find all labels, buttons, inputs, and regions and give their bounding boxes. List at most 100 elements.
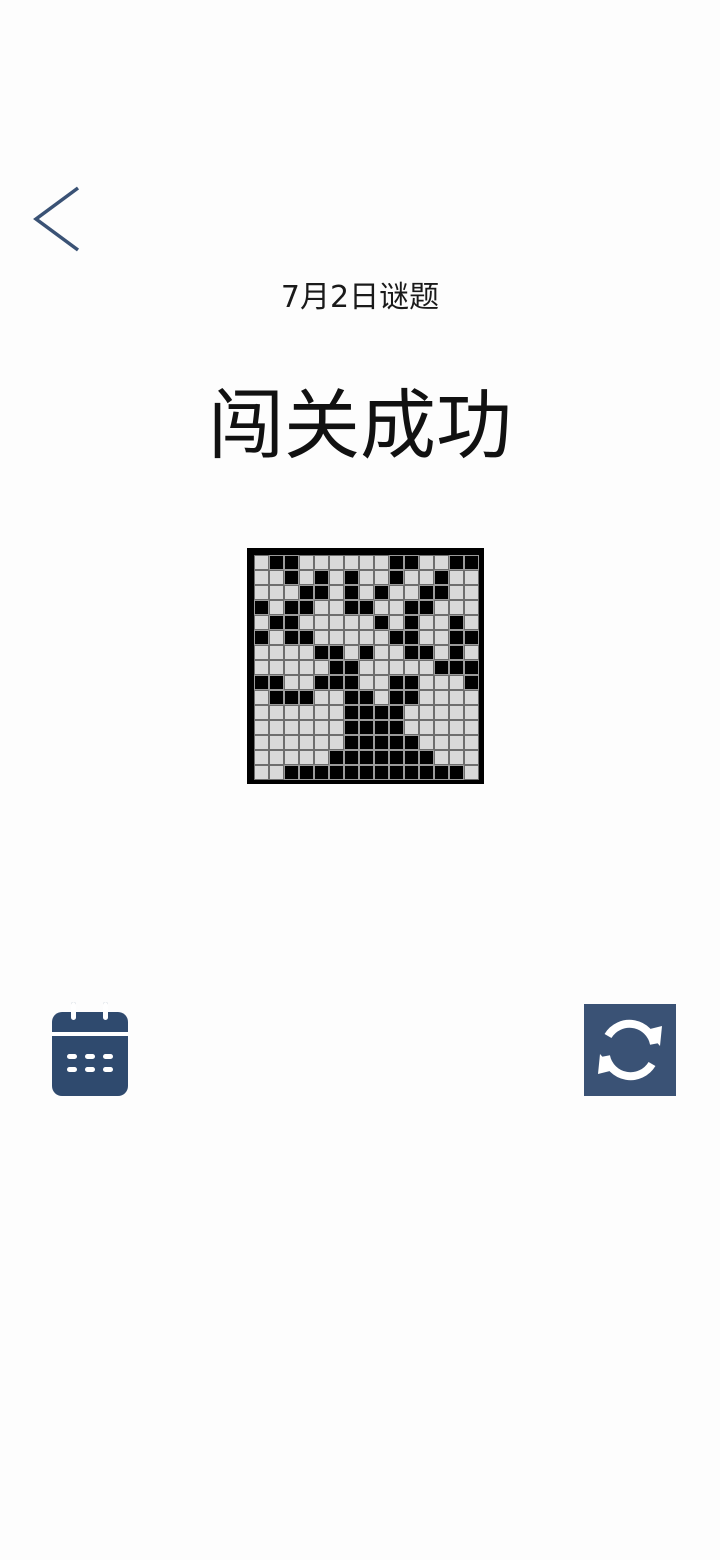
grid-cell-filled: [314, 585, 329, 600]
grid-cell-filled: [374, 735, 389, 750]
grid-cell-empty: [299, 660, 314, 675]
grid-cell-filled: [464, 660, 479, 675]
grid-cell-filled: [284, 600, 299, 615]
grid-cell-filled: [419, 585, 434, 600]
grid-cell-empty: [254, 555, 269, 570]
grid-cell-empty: [359, 585, 374, 600]
grid-cell-empty: [329, 630, 344, 645]
grid-cell-empty: [434, 735, 449, 750]
refresh-button[interactable]: [584, 1004, 676, 1096]
grid-cell-empty: [329, 720, 344, 735]
grid-cell-filled: [254, 600, 269, 615]
grid-cell-filled: [344, 660, 359, 675]
grid-cell-empty: [449, 570, 464, 585]
grid-cell-empty: [359, 615, 374, 630]
grid-cell-filled: [404, 645, 419, 660]
grid-cell-empty: [404, 660, 419, 675]
grid-cell-empty: [404, 585, 419, 600]
grid-cell-filled: [344, 675, 359, 690]
grid-cell-filled: [284, 570, 299, 585]
grid-cell-empty: [464, 720, 479, 735]
calendar-button[interactable]: [50, 1002, 130, 1098]
grid-cell-empty: [374, 570, 389, 585]
grid-cell-empty: [419, 570, 434, 585]
grid-cell-empty: [449, 690, 464, 705]
grid-cell-filled: [449, 645, 464, 660]
grid-cell-filled: [389, 630, 404, 645]
grid-cell-empty: [464, 645, 479, 660]
grid-cell-filled: [389, 555, 404, 570]
grid-cell-empty: [389, 600, 404, 615]
grid-cell-filled: [299, 585, 314, 600]
grid-cell-filled: [419, 765, 434, 780]
grid-cell-filled: [389, 765, 404, 780]
grid-cell-filled: [449, 630, 464, 645]
grid-cell-empty: [284, 675, 299, 690]
refresh-icon: [598, 1019, 662, 1081]
grid-cell-empty: [284, 660, 299, 675]
grid-cell-empty: [299, 750, 314, 765]
grid-cell-filled: [374, 750, 389, 765]
grid-cell-empty: [344, 630, 359, 645]
calendar-icon: [52, 1002, 128, 1096]
grid-cell-empty: [269, 705, 284, 720]
grid-cell-filled: [359, 690, 374, 705]
grid-cell-empty: [314, 720, 329, 735]
grid-cell-filled: [344, 750, 359, 765]
grid-cell-empty: [299, 555, 314, 570]
grid-cell-empty: [269, 750, 284, 765]
grid-cell-empty: [374, 660, 389, 675]
grid-cell-empty: [344, 555, 359, 570]
grid-cell-empty: [269, 660, 284, 675]
grid-cell-empty: [434, 705, 449, 720]
grid-cell-empty: [314, 750, 329, 765]
grid-cell-filled: [299, 630, 314, 645]
grid-cell-filled: [449, 660, 464, 675]
grid-cell-filled: [434, 765, 449, 780]
grid-cell-empty: [329, 585, 344, 600]
grid-cell-empty: [359, 570, 374, 585]
grid-cell-filled: [299, 765, 314, 780]
grid-cell-empty: [269, 720, 284, 735]
grid-cell-empty: [359, 675, 374, 690]
grid-cell-filled: [449, 615, 464, 630]
grid-cell-empty: [389, 615, 404, 630]
grid-cell-filled: [269, 555, 284, 570]
grid-cell-filled: [389, 750, 404, 765]
grid-cell-filled: [464, 675, 479, 690]
grid-cell-empty: [404, 720, 419, 735]
grid-cell-empty: [464, 600, 479, 615]
grid-cell-empty: [284, 720, 299, 735]
grid-cell-filled: [404, 600, 419, 615]
grid-cell-empty: [299, 735, 314, 750]
grid-cell-empty: [434, 720, 449, 735]
grid-cell-empty: [434, 600, 449, 615]
grid-cell-filled: [389, 720, 404, 735]
grid-cell-filled: [359, 765, 374, 780]
grid-cell-empty: [464, 705, 479, 720]
grid-cell-empty: [329, 615, 344, 630]
grid-cell-empty: [464, 615, 479, 630]
back-button[interactable]: [28, 182, 88, 258]
grid-cell-empty: [254, 765, 269, 780]
grid-cell-empty: [464, 690, 479, 705]
grid-cell-empty: [449, 750, 464, 765]
grid-cell-empty: [464, 570, 479, 585]
grid-cell-filled: [314, 675, 329, 690]
grid-cell-filled: [344, 690, 359, 705]
grid-cell-filled: [434, 585, 449, 600]
success-headline: 闯关成功: [208, 381, 512, 470]
grid-cell-empty: [284, 750, 299, 765]
puzzle-grid: [254, 555, 479, 780]
grid-cell-filled: [329, 750, 344, 765]
grid-cell-empty: [419, 675, 434, 690]
puzzle-grid-frame: [247, 548, 484, 784]
grid-cell-filled: [389, 675, 404, 690]
grid-cell-filled: [404, 555, 419, 570]
grid-cell-filled: [404, 750, 419, 765]
grid-cell-empty: [449, 705, 464, 720]
grid-cell-empty: [434, 750, 449, 765]
grid-cell-empty: [434, 555, 449, 570]
grid-cell-empty: [329, 555, 344, 570]
grid-cell-empty: [344, 645, 359, 660]
